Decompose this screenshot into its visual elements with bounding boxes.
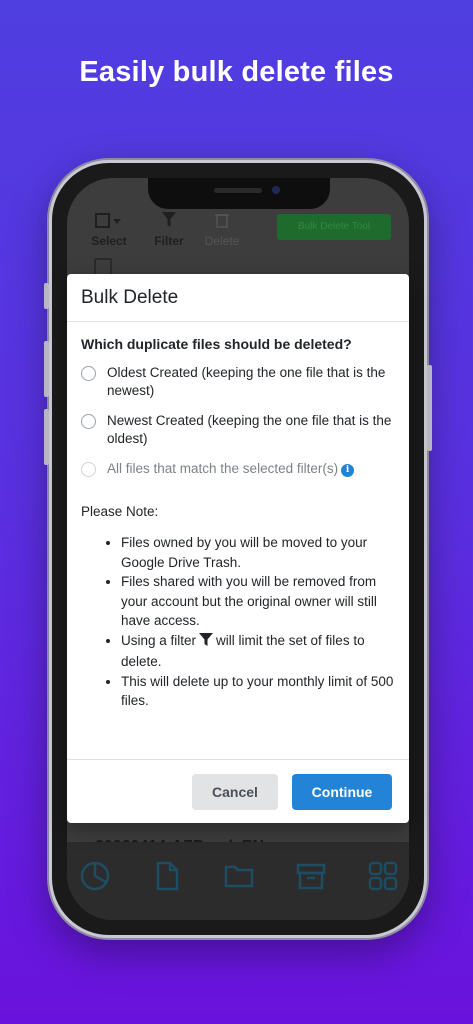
list-item: Files shared with you will be removed fr…	[121, 572, 395, 631]
phone-side-button	[44, 283, 49, 309]
radio-button	[81, 462, 96, 477]
select-tool[interactable]: Select	[89, 212, 129, 248]
phone-volume-up	[44, 341, 49, 397]
option-oldest-created[interactable]: Oldest Created (keeping the one file tha…	[81, 364, 395, 400]
phone-volume-down	[44, 409, 49, 465]
bulk-delete-tool-button[interactable]: Bulk Delete Tool	[277, 214, 391, 240]
delete-tool[interactable]: Delete	[201, 212, 243, 248]
headline: Easily bulk delete files	[79, 56, 394, 88]
list-item: Files owned by you will be moved to your…	[121, 533, 395, 572]
list-item: Using a filterwill limit the set of file…	[121, 631, 395, 672]
filter-tool[interactable]: Filter	[151, 212, 187, 248]
continue-button[interactable]: Continue	[292, 773, 392, 810]
option-label: All files that match the selected filter…	[107, 460, 355, 478]
radio-button[interactable]	[81, 366, 96, 381]
grid-icon[interactable]	[367, 860, 399, 892]
option-newest-created[interactable]: Newest Created (keeping the one file tha…	[81, 412, 395, 448]
filter-icon	[151, 212, 187, 234]
notes-list: Files owned by you will be moved to your…	[81, 533, 395, 711]
phone-power-button	[427, 365, 432, 451]
info-icon[interactable]: i	[341, 464, 355, 477]
note-title: Please Note:	[81, 504, 159, 519]
phone-notch	[148, 178, 330, 209]
app-toolbar: Select Filter Delete Bulk Delete Tool	[67, 202, 409, 272]
radio-button[interactable]	[81, 414, 96, 429]
option-label: Newest Created (keeping the one file tha…	[107, 413, 392, 446]
filter-icon	[199, 632, 214, 653]
checkbox-dropdown-icon	[89, 212, 129, 234]
option-all-matching-filter: All files that match the selected filter…	[81, 460, 395, 478]
pie-chart-icon[interactable]	[79, 860, 111, 892]
bottom-tab-bar	[67, 842, 409, 920]
folder-icon[interactable]	[223, 860, 255, 892]
archive-icon[interactable]	[295, 860, 327, 892]
trash-icon	[201, 212, 243, 234]
list-item: This will delete up to your monthly limi…	[121, 672, 395, 711]
file-icon[interactable]	[151, 860, 183, 892]
modal-title: Bulk Delete	[81, 286, 179, 308]
modal-footer: Cancel Continue	[67, 759, 409, 823]
modal-header: Bulk Delete	[67, 274, 409, 322]
cancel-button[interactable]: Cancel	[192, 773, 278, 810]
bulk-delete-modal: Bulk Delete Which duplicate files should…	[67, 274, 409, 823]
question-text: Which duplicate files should be deleted?	[81, 336, 352, 352]
option-label: Oldest Created (keeping the one file tha…	[107, 365, 386, 398]
modal-body: Which duplicate files should be deleted?…	[67, 322, 409, 711]
